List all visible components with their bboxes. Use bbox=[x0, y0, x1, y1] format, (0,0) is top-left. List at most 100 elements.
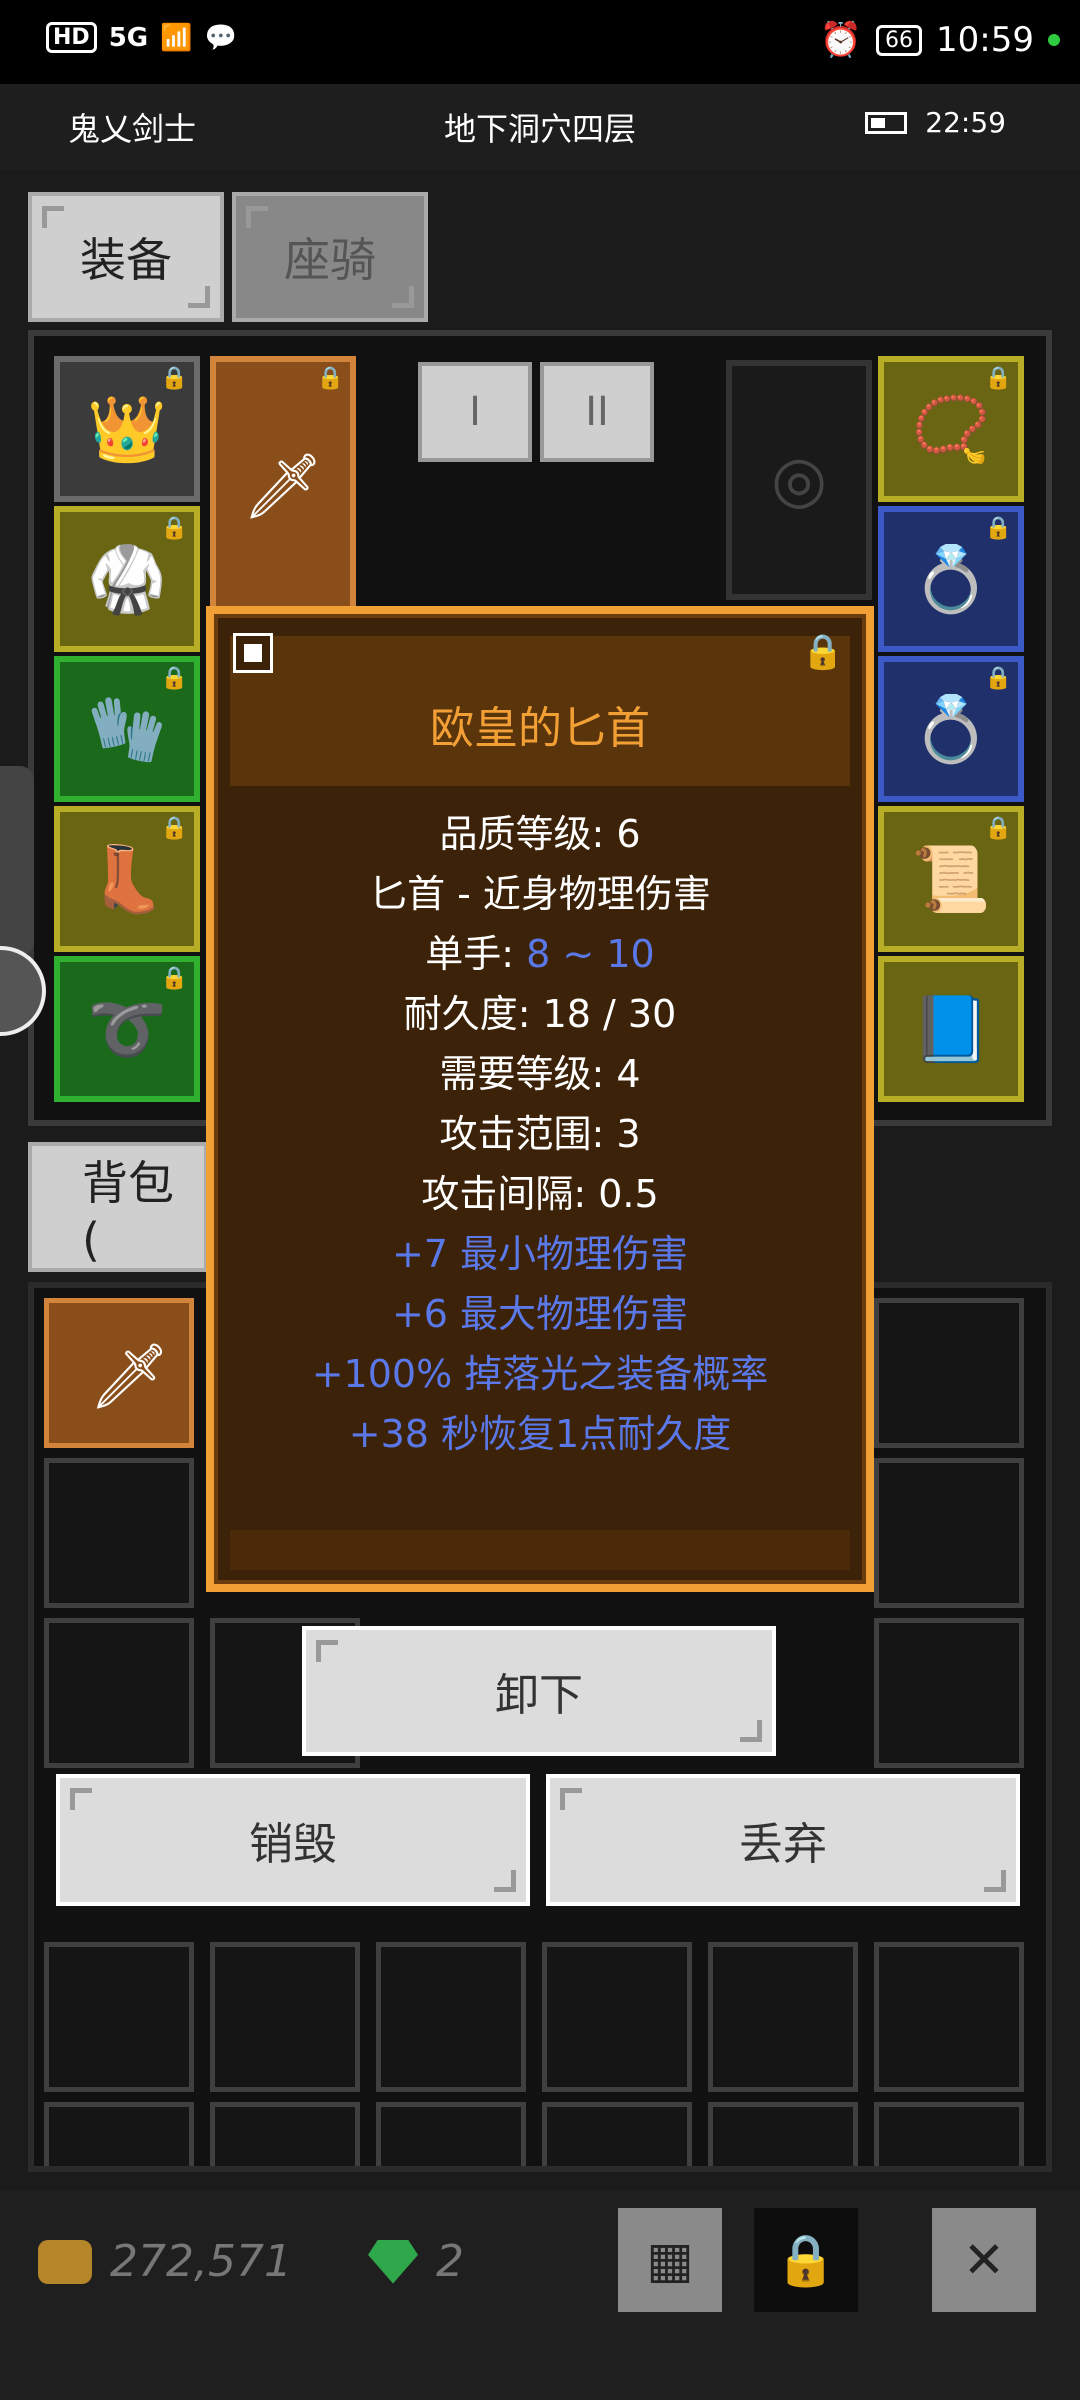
equip-slot-weapon[interactable]: 🗡 🔒 bbox=[210, 356, 356, 616]
amulet-icon: 📿 bbox=[911, 392, 991, 467]
item-detail-dialog: 🔒 欧皇的匕首 品质等级: 6 匕首 - 近身物理伤害 单手: 8 ~ 10 耐… bbox=[206, 606, 874, 1592]
corner-decoration bbox=[246, 206, 268, 228]
corner-decoration bbox=[984, 1870, 1006, 1892]
equip-slot-armor[interactable]: 🥋 🔒 bbox=[54, 506, 200, 652]
battery-indicator: 66 bbox=[876, 24, 923, 56]
hd-badge: HD bbox=[46, 22, 97, 53]
bag-slot[interactable] bbox=[874, 1298, 1024, 1448]
damage-value: 8 ~ 10 bbox=[526, 932, 655, 976]
equip-slot-boots[interactable]: 👢 🔒 bbox=[54, 806, 200, 952]
bag-slot[interactable] bbox=[210, 2102, 360, 2166]
side-drawer-handle[interactable] bbox=[0, 766, 34, 956]
bag-slot[interactable] bbox=[44, 1618, 194, 1768]
lock-icon: 🔒 bbox=[984, 516, 1012, 541]
equip-slot-belt[interactable]: ➰ 🔒 bbox=[54, 956, 200, 1102]
equip-set-1-button[interactable]: I bbox=[418, 362, 532, 462]
item-quality: 品质等级: 6 bbox=[439, 812, 641, 856]
item-affix: +100% 掉落光之装备概率 bbox=[311, 1352, 769, 1396]
book-icon: 📘 bbox=[911, 992, 991, 1067]
equip-set-2-button[interactable]: II bbox=[540, 362, 654, 462]
bag-slot[interactable] bbox=[874, 1942, 1024, 2092]
unequip-button[interactable]: 卸下 bbox=[302, 1626, 776, 1756]
bag-slot[interactable] bbox=[542, 2102, 692, 2166]
lock-icon: 🔒 bbox=[774, 2230, 838, 2289]
unequip-label: 卸下 bbox=[495, 1670, 583, 1721]
equip-slot-ring-1[interactable]: 💍 🔒 bbox=[878, 506, 1024, 652]
bag-slot[interactable] bbox=[708, 2102, 858, 2166]
bag-slot[interactable] bbox=[708, 1942, 858, 2092]
item-name: 欧皇的匕首 bbox=[430, 703, 650, 754]
discard-label: 丢弃 bbox=[739, 1819, 827, 1870]
equip-slot-gloves[interactable]: 🧤 🔒 bbox=[54, 656, 200, 802]
tab-equipment-label: 装备 bbox=[80, 233, 172, 287]
gold-icon bbox=[38, 2239, 92, 2284]
bag-slot[interactable] bbox=[44, 1458, 194, 1608]
ring-red-icon: 💍 bbox=[911, 542, 991, 617]
bottom-bar bbox=[0, 2190, 1080, 2400]
gloves-icon: 🧤 bbox=[87, 692, 167, 767]
status-right: ⏰ 66 10:59 bbox=[820, 20, 1060, 60]
lock-icon: 🔒 bbox=[160, 366, 188, 391]
lock-icon: 🔒 bbox=[316, 366, 344, 391]
bag-slot[interactable] bbox=[376, 1942, 526, 2092]
lock-icon: 🔒 bbox=[984, 666, 1012, 691]
status-left: HD 5G 📶 💬 bbox=[46, 22, 237, 53]
clock: 10:59 bbox=[936, 20, 1034, 60]
item-affix: +38 秒恢复1点耐久度 bbox=[348, 1412, 732, 1456]
bag-slot[interactable] bbox=[210, 1942, 360, 2092]
gem-amount: 2 bbox=[436, 2236, 464, 2287]
destroy-button[interactable]: 销毁 bbox=[56, 1774, 530, 1906]
equip-slot-amulet[interactable]: 📿 🔒 bbox=[878, 356, 1024, 502]
bag-slot[interactable] bbox=[44, 2102, 194, 2166]
sort-grid-button[interactable]: ▦ bbox=[618, 2208, 722, 2312]
system-status-bar: HD 5G 📶 💬 ⏰ 66 10:59 bbox=[0, 0, 1080, 84]
bag-slot[interactable] bbox=[874, 1618, 1024, 1768]
equip-slot-book[interactable]: 📘 bbox=[878, 956, 1024, 1102]
equip-slot-offhand[interactable]: ◎ bbox=[726, 360, 872, 600]
tab-bag[interactable]: 背包 ( bbox=[28, 1142, 208, 1272]
ring-green-icon: 💍 bbox=[911, 692, 991, 767]
lock-icon[interactable]: 🔒 bbox=[802, 632, 844, 672]
item-attack-interval: 攻击间隔: 0.5 bbox=[421, 1172, 659, 1216]
belt-icon: ➰ bbox=[87, 992, 167, 1067]
corner-decoration bbox=[494, 1870, 516, 1892]
discard-button[interactable]: 丢弃 bbox=[546, 1774, 1020, 1906]
tab-mount[interactable]: 座骑 bbox=[232, 192, 428, 322]
corner-decoration bbox=[316, 1640, 338, 1662]
bag-slot[interactable] bbox=[44, 1942, 194, 2092]
damage-label: 单手: bbox=[425, 932, 527, 976]
lock-icon: 🔒 bbox=[160, 816, 188, 841]
tab-mount-label: 座骑 bbox=[284, 233, 376, 287]
bag-slot[interactable] bbox=[874, 2102, 1024, 2166]
boots-icon: 👢 bbox=[87, 842, 167, 917]
game-header: 鬼乂剑士 地下洞穴四层 22:59 bbox=[0, 84, 1080, 170]
equip-slot-helmet[interactable]: 👑 🔒 bbox=[54, 356, 200, 502]
item-attack-range: 攻击范围: 3 bbox=[439, 1112, 641, 1156]
close-button[interactable]: ✕ bbox=[932, 2208, 1036, 2312]
alarm-icon: ⏰ bbox=[819, 20, 863, 60]
game-time-text: 22:59 bbox=[925, 106, 1006, 139]
tab-bag-label: 背包 ( bbox=[82, 1156, 174, 1267]
corner-decoration bbox=[70, 1788, 92, 1810]
gem-display: 2 bbox=[368, 2236, 464, 2287]
game-time: 22:59 bbox=[865, 106, 1006, 139]
corner-decoration bbox=[188, 286, 210, 308]
armor-icon: 🥋 bbox=[87, 542, 167, 617]
bag-slot[interactable] bbox=[376, 2102, 526, 2166]
dialog-bottom-band bbox=[230, 1530, 850, 1570]
corner-decoration bbox=[740, 1720, 762, 1742]
lock-mode-button[interactable]: 🔒 bbox=[754, 2208, 858, 2312]
tab-equipment[interactable]: 装备 bbox=[28, 192, 224, 322]
grid-icon: ▦ bbox=[646, 2231, 694, 2289]
equip-slot-ring-2[interactable]: 💍 🔒 bbox=[878, 656, 1024, 802]
status-dot bbox=[1048, 34, 1060, 46]
bag-slot[interactable] bbox=[542, 1942, 692, 2092]
bag-slot-dagger[interactable]: 🗡 bbox=[44, 1298, 194, 1448]
item-required-level: 需要等级: 4 bbox=[439, 1052, 641, 1096]
gem-icon bbox=[368, 2239, 418, 2284]
bag-slot[interactable] bbox=[874, 1458, 1024, 1608]
equip-slot-charm[interactable]: 📜 🔒 bbox=[878, 806, 1024, 952]
gold-display: 272,571 bbox=[38, 2236, 292, 2287]
compare-icon[interactable] bbox=[233, 633, 273, 673]
item-affix: +6 最大物理伤害 bbox=[391, 1292, 689, 1336]
